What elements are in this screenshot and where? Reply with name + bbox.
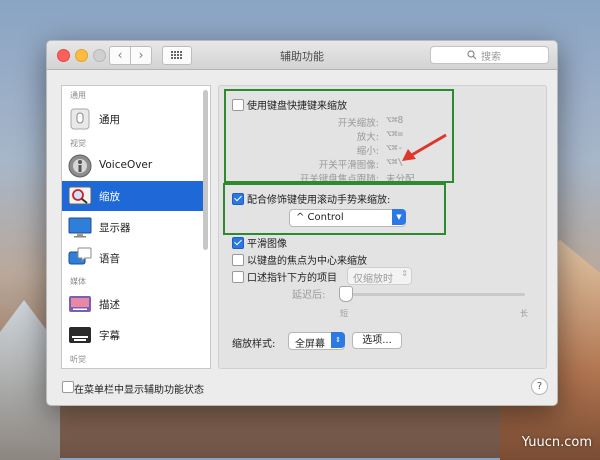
speak-pointer-popup[interactable]: 仅缩放时 ⇕ — [347, 267, 412, 285]
captions-icon — [69, 327, 91, 343]
annotation-arrow-icon — [402, 133, 447, 161]
title-bar: ‹ › 辅助功能 搜索 — [47, 41, 557, 70]
speech-icon — [68, 247, 92, 265]
sidebar-item-display[interactable]: 显示器 — [62, 212, 203, 242]
annotation-box-scroll-gesture — [223, 183, 446, 235]
updown-arrows-icon: ⇕ — [331, 332, 345, 348]
sidebar-item-general[interactable]: 通用 — [62, 104, 203, 134]
sidebar-item-captions[interactable]: 字幕 — [62, 320, 203, 350]
sidebar-item-label: 语音 — [99, 253, 120, 265]
accessibility-window: ‹ › 辅助功能 搜索 通用 通用 视觉 VoiceOver 缩放 显示器 语音… — [46, 40, 558, 406]
zoom-icon — [68, 186, 92, 205]
delay-short-label: 短 — [340, 309, 348, 318]
display-icon — [68, 217, 92, 238]
voiceover-icon — [68, 154, 92, 178]
sidebar-item-label: 通用 — [99, 114, 120, 126]
speak-pointer-checkbox[interactable] — [232, 271, 244, 283]
descriptions-icon — [69, 296, 91, 312]
zoom-style-value: 全屏幕 — [295, 339, 325, 350]
delay-long-label: 长 — [520, 309, 528, 318]
section-media: 媒体 — [70, 277, 86, 286]
delay-slider-knob[interactable] — [339, 286, 353, 302]
smooth-images-checkbox[interactable] — [232, 237, 244, 249]
sidebar-item-label: 字幕 — [99, 330, 120, 342]
speak-pointer-value: 仅缩放时 — [353, 274, 393, 285]
section-general: 通用 — [70, 91, 86, 100]
sidebar-item-speech[interactable]: 语音 — [62, 243, 203, 273]
zoom-style-label: 缩放样式: — [232, 339, 276, 350]
sidebar-item-label: VoiceOver — [99, 159, 153, 171]
general-icon — [70, 108, 90, 130]
section-vision: 视觉 — [70, 139, 86, 148]
show-status-label: 在菜单栏中显示辅助功能状态 — [74, 385, 204, 396]
search-input[interactable]: 搜索 — [430, 46, 549, 64]
sidebar-item-zoom[interactable]: 缩放 — [62, 181, 203, 211]
search-placeholder: 搜索 — [481, 52, 501, 63]
delay-slider-track[interactable] — [347, 293, 525, 296]
zoom-style-popup[interactable]: 全屏幕 ⇕ — [288, 332, 345, 350]
speak-pointer-label: 口述指针下方的项目 — [247, 273, 337, 284]
sidebar-scrollbar[interactable] — [203, 90, 208, 250]
follow-focus-checkbox[interactable] — [232, 254, 244, 266]
smooth-images-label: 平滑图像 — [247, 239, 287, 250]
sidebar-item-label: 缩放 — [99, 191, 120, 203]
section-hearing: 听觉 — [70, 355, 86, 364]
sidebar-item-label: 描述 — [99, 299, 120, 311]
updown-arrows-icon: ⇕ — [401, 269, 408, 278]
zoom-settings-panel: 使用键盘快捷键来缩放 开关缩放: ⌥⌘8 放大: ⌥⌘= 缩小: ⌥⌘- 开关平… — [218, 85, 547, 369]
help-button[interactable]: ? — [531, 378, 548, 395]
show-status-checkbox[interactable] — [62, 381, 74, 393]
delay-label: 延迟后: — [292, 290, 326, 301]
search-icon — [467, 50, 477, 60]
sidebar-item-voiceover[interactable]: VoiceOver — [62, 151, 203, 181]
options-button[interactable]: 选项... — [352, 332, 402, 349]
sidebar-item-descriptions[interactable]: 描述 — [62, 289, 203, 319]
watermark: Yuucn.com — [521, 435, 592, 450]
sidebar: 通用 通用 视觉 VoiceOver 缩放 显示器 语音 媒体 描述 字幕 听觉 — [61, 85, 211, 369]
follow-focus-label: 以键盘的焦点为中心来缩放 — [247, 256, 367, 267]
sidebar-item-label: 显示器 — [99, 222, 131, 234]
